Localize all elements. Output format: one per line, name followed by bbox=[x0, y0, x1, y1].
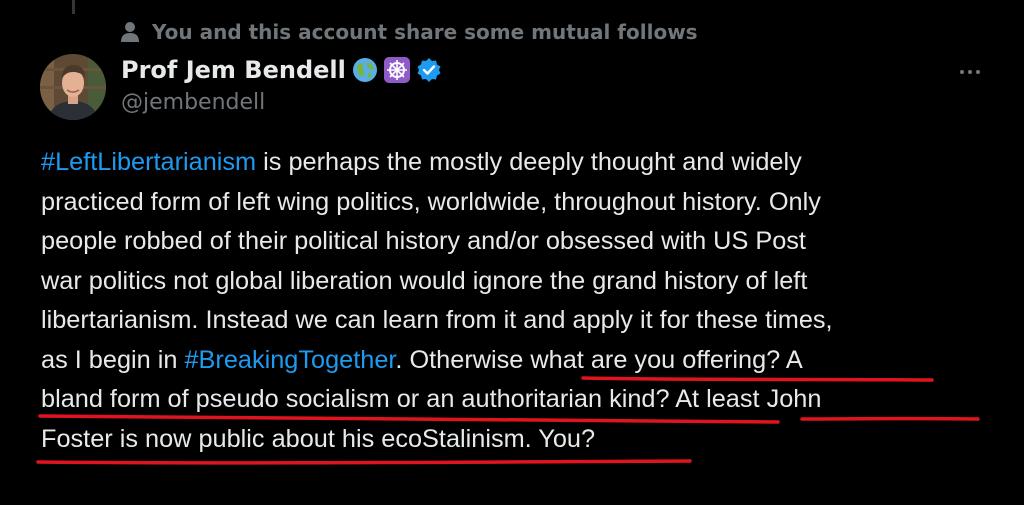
tweet-text: #LeftLibertarianism is perhaps the mostl… bbox=[41, 143, 1001, 459]
tweet-text-line: as I begin in #BreakingTogether. Otherwi… bbox=[41, 341, 1001, 381]
globe-emoji-icon bbox=[352, 57, 378, 83]
tweet-text-segment: is perhaps the mostly deeply thought and… bbox=[256, 148, 802, 176]
tweet-text-segment: as I begin in bbox=[41, 345, 185, 374]
tweet-text-segment: libertarianism. Instead we can learn fro… bbox=[41, 306, 833, 334]
tweet-text-segment: practiced form of left wing politics, wo… bbox=[41, 187, 821, 216]
tweet-text-line: #LeftLibertarianism is perhaps the mostl… bbox=[41, 143, 1001, 183]
tweet-text-line: war politics not global liberation would… bbox=[41, 262, 1001, 302]
tweet-text-line: practiced form of left wing politics, wo… bbox=[41, 183, 1001, 223]
person-icon bbox=[120, 21, 140, 43]
social-context-text: You and this account share some mutual f… bbox=[152, 20, 698, 44]
tweet-text-segment: people robbed of their political history… bbox=[41, 227, 806, 255]
author-name[interactable]: Prof Jem Bendell bbox=[121, 56, 346, 84]
more-dot bbox=[968, 70, 972, 74]
tweet-text-line: Foster is now public about his ecoStalin… bbox=[41, 420, 1001, 460]
social-context: You and this account share some mutual f… bbox=[120, 18, 698, 46]
tweet-text-segment: . Otherwise what are you offering? A bbox=[395, 345, 803, 374]
avatar[interactable] bbox=[40, 54, 106, 120]
tweet-text-segment: Foster is now public about his ecoStalin… bbox=[41, 424, 596, 453]
tweet-text-segment: war politics not global liberation would… bbox=[41, 266, 808, 295]
verified-badge-icon[interactable] bbox=[416, 57, 442, 83]
hashtag-link[interactable]: #BreakingTogether bbox=[184, 346, 395, 374]
hashtag-link[interactable]: #LeftLibertarianism bbox=[41, 148, 256, 176]
author-handle[interactable]: @jembendell bbox=[121, 90, 265, 115]
tweet-text-segment: bland form of pseudo socialism or an aut… bbox=[41, 385, 822, 413]
more-dot bbox=[976, 70, 980, 74]
dharma-wheel-emoji-icon bbox=[383, 57, 410, 83]
author-name-row: Prof Jem Bendell bbox=[121, 56, 442, 84]
red-underline-mark bbox=[36, 459, 692, 465]
tweet-text-line: people robbed of their political history… bbox=[41, 222, 1001, 262]
more-options-icon[interactable] bbox=[950, 58, 990, 86]
tweet-text-line: bland form of pseudo socialism or an aut… bbox=[41, 380, 1001, 420]
more-dot bbox=[960, 70, 964, 74]
tweet-text-line: libertarianism. Instead we can learn fro… bbox=[41, 301, 1001, 341]
thread-connector-line bbox=[72, 0, 75, 14]
